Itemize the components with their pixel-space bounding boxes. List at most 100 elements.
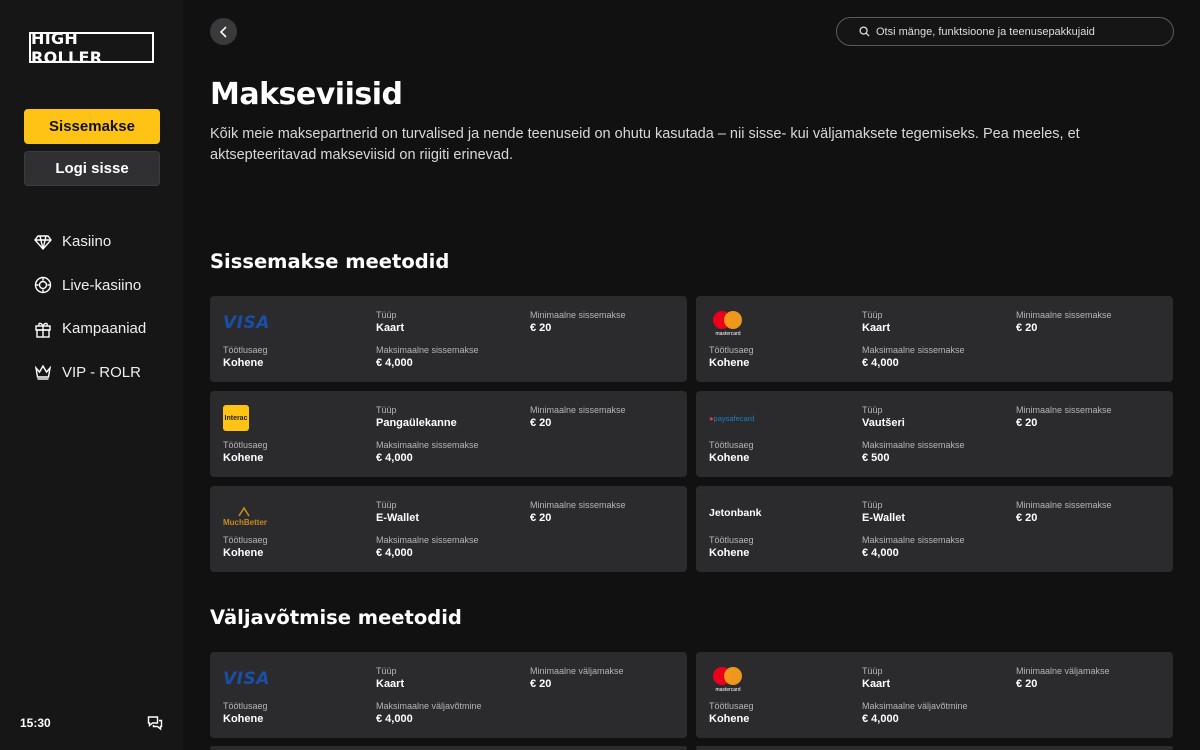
max-value: € 4,000 <box>376 547 413 559</box>
time-label: Töötlusaeg <box>709 701 754 711</box>
payment-method-card[interactable]: mastercard Tüüp Kaart Minimaalne sissema… <box>696 296 1173 382</box>
min-value: € 20 <box>1016 417 1038 429</box>
max-label: Maksimaalne sissemakse <box>376 345 479 355</box>
high-roller-logo[interactable]: HIGH ROLLER <box>29 29 154 67</box>
min-value: € 20 <box>530 417 552 429</box>
time-value: Kohene <box>223 547 264 559</box>
type-value: Kaart <box>376 678 405 690</box>
sidebar-item-label: Kasiino <box>62 233 112 251</box>
search-input[interactable] <box>876 25 1156 38</box>
min-label: Minimaalne sissemakse <box>1016 500 1112 510</box>
min-value: € 20 <box>530 512 552 524</box>
min-label: Minimaalne väljamakse <box>530 666 624 676</box>
main-content: Makseviisid Kõik meie maksepartnerid on … <box>183 0 1200 750</box>
type-value: E-Wallet <box>862 512 905 524</box>
min-label: Minimaalne sissemakse <box>530 405 626 415</box>
clock: 15:30 <box>20 716 51 730</box>
min-label: Minimaalne sissemakse <box>1016 310 1112 320</box>
min-value: € 20 <box>1016 322 1038 334</box>
type-label: Tüüp <box>376 405 397 415</box>
search-bar[interactable] <box>836 17 1174 46</box>
payment-method-card[interactable]: VISA Tüüp Kaart Minimaalne väljamakse € … <box>210 652 687 738</box>
max-value: € 4,000 <box>862 713 899 725</box>
svg-text:mastercard: mastercard <box>715 687 740 693</box>
type-value: Kaart <box>376 322 405 334</box>
type-label: Tüüp <box>862 405 883 415</box>
max-label: Maksimaalne sissemakse <box>862 535 965 545</box>
type-label: Tüüp <box>376 500 397 510</box>
max-label: Maksimaalne väljavõtmine <box>376 701 482 711</box>
deposit-button[interactable]: Sissemakse <box>24 109 160 144</box>
time-value: Kohene <box>223 357 264 369</box>
min-label: Minimaalne sissemakse <box>1016 405 1112 415</box>
sidebar-item-label: Kampaaniad <box>62 320 147 338</box>
mastercard-logo: mastercard <box>709 309 769 337</box>
payment-method-card[interactable]: ●paysafecard Tüüp Vautšeri Minimaalne si… <box>696 391 1173 477</box>
type-label: Tüüp <box>862 500 883 510</box>
time-value: Kohene <box>709 713 750 725</box>
time-label: Töötlusaeg <box>709 535 754 545</box>
payment-method-card[interactable]: MuchBetter Tüüp E-Wallet Minimaalne siss… <box>210 486 687 572</box>
time-value: Kohene <box>709 547 750 559</box>
time-label: Töötlusaeg <box>223 345 268 355</box>
page-title: Makseviisid <box>210 77 403 112</box>
payment-method-card[interactable]: VISA Tüüp Kaart Minimaalne sissemakse € … <box>210 296 687 382</box>
max-value: € 4,000 <box>376 713 413 725</box>
page-intro: Kõik meie maksepartnerid on turvalised j… <box>210 126 1080 163</box>
search-icon <box>859 26 870 37</box>
sidebar-nav: Kasiino Live-kasiino Kampaaniad VIP - RO… <box>34 220 146 394</box>
svg-text:mastercard: mastercard <box>715 331 740 337</box>
payment-method-card-partial[interactable] <box>696 746 1173 750</box>
max-label: Maksimaalne sissemakse <box>862 440 965 450</box>
max-label: Maksimaalne sissemakse <box>376 535 479 545</box>
min-value: € 20 <box>530 322 552 334</box>
max-value: € 4,000 <box>376 357 413 369</box>
interac-logo: Interac <box>223 404 283 432</box>
min-value: € 20 <box>530 678 552 690</box>
min-label: Minimaalne väljamakse <box>1016 666 1110 676</box>
max-value: € 4,000 <box>862 357 899 369</box>
payment-method-card[interactable]: mastercard Tüüp Kaart Minimaalne väljama… <box>696 652 1173 738</box>
time-label: Töötlusaeg <box>709 345 754 355</box>
sidebar-item-label: Live-kasiino <box>62 276 142 294</box>
type-label: Tüüp <box>862 666 883 676</box>
payment-method-card[interactable]: Jetonbank Tüüp E-Wallet Minimaalne sisse… <box>696 486 1173 572</box>
diamond-icon <box>34 235 52 250</box>
sidebar-item-live-kasiino[interactable]: Live-kasiino <box>34 264 146 308</box>
paysafecard-logo: ●paysafecard <box>709 413 755 423</box>
time-value: Kohene <box>223 713 264 725</box>
max-value: € 4,000 <box>376 452 413 464</box>
time-value: Kohene <box>709 357 750 369</box>
sidebar-item-kasiino[interactable]: Kasiino <box>34 220 146 264</box>
min-value: € 20 <box>1016 512 1038 524</box>
type-value: Kaart <box>862 322 891 334</box>
time-label: Töötlusaeg <box>223 701 268 711</box>
withdraw-section-title: Väljavõtmise meetodid <box>210 606 462 629</box>
sidebar-item-kampaaniad[interactable]: Kampaaniad <box>34 307 146 351</box>
login-button[interactable]: Logi sisse <box>24 151 160 186</box>
chat-icon[interactable] <box>147 715 163 731</box>
chevron-left-icon <box>219 25 227 38</box>
time-value: Kohene <box>709 452 750 464</box>
type-value: E-Wallet <box>376 512 419 524</box>
time-label: Töötlusaeg <box>223 535 268 545</box>
sidebar-item-label: VIP - ROLR <box>62 363 141 381</box>
sidebar-item-vip-rolr[interactable]: VIP - ROLR <box>34 351 146 395</box>
max-label: Maksimaalne sissemakse <box>862 345 965 355</box>
muchbetter-logo: MuchBetter <box>223 499 283 527</box>
mastercard-logo: mastercard <box>709 665 769 693</box>
type-label: Tüüp <box>376 310 397 320</box>
type-value: Pangaülekanne <box>376 417 457 429</box>
payment-method-card[interactable]: Interac Tüüp Pangaülekanne Minimaalne si… <box>210 391 687 477</box>
type-value: Kaart <box>862 678 891 690</box>
time-label: Töötlusaeg <box>223 440 268 450</box>
type-label: Tüüp <box>862 310 883 320</box>
payment-method-card-partial[interactable] <box>210 746 687 750</box>
max-value: € 4,000 <box>862 547 899 559</box>
max-label: Maksimaalne sissemakse <box>376 440 479 450</box>
visa-logo: VISA <box>223 669 270 689</box>
sidebar: HIGH ROLLER Sissemakse Logi sisse Kasiin… <box>0 0 183 750</box>
max-value: € 500 <box>862 452 890 464</box>
min-label: Minimaalne sissemakse <box>530 310 626 320</box>
back-button[interactable] <box>210 18 237 45</box>
